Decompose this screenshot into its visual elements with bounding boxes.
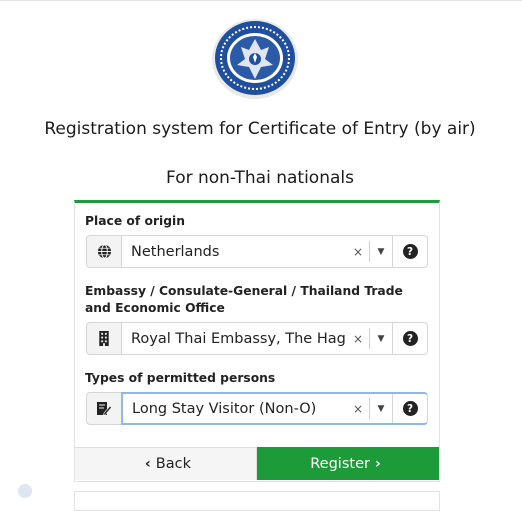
chevron-right-icon: › xyxy=(374,455,381,472)
back-button[interactable]: ‹ Back xyxy=(75,447,257,480)
embassy-value: Royal Thai Embassy, The Hague xyxy=(131,330,347,347)
permitted-type-value: Long Stay Visitor (Non-O) xyxy=(132,400,317,417)
question-circle-icon: ? xyxy=(402,331,418,346)
place-of-origin-value: Netherlands xyxy=(131,243,220,260)
embassy-row: Royal Thai Embassy, The Hague × ▼ ? xyxy=(86,322,428,355)
top-border xyxy=(0,0,522,1)
building-icon xyxy=(86,322,121,355)
chevron-down-icon[interactable]: ▼ xyxy=(370,334,392,344)
help-button[interactable]: ? xyxy=(392,394,427,423)
page-subtitle: For non-Thai nationals xyxy=(166,168,354,188)
question-circle-icon: ? xyxy=(402,244,418,259)
permitted-type-select[interactable]: Long Stay Visitor (Non-O) × ▼ ? xyxy=(121,392,428,425)
ministry-emblem-logo xyxy=(211,17,299,99)
question-circle-icon: ? xyxy=(402,401,418,416)
chevron-down-icon[interactable]: ▼ xyxy=(370,247,392,257)
place-of-origin-select[interactable]: Netherlands × ▼ ? xyxy=(121,235,428,268)
place-of-origin-label: Place of origin xyxy=(85,214,186,228)
embassy-label: Embassy / Consulate-General / Thailand T… xyxy=(85,284,403,315)
clear-icon[interactable]: × xyxy=(347,332,369,346)
clear-icon[interactable]: × xyxy=(347,402,369,416)
page-title: Registration system for Certificate of E… xyxy=(44,119,476,139)
register-button[interactable]: Register › xyxy=(257,447,439,480)
secondary-card xyxy=(74,491,440,511)
back-button-label: Back xyxy=(155,456,191,472)
place-of-origin-row: Netherlands × ▼ ? xyxy=(86,235,428,268)
help-button[interactable]: ? xyxy=(392,323,427,354)
help-button[interactable]: ? xyxy=(392,236,427,267)
embassy-select[interactable]: Royal Thai Embassy, The Hague × ▼ ? xyxy=(121,322,428,355)
globe-icon xyxy=(86,235,121,268)
registration-form-card: Place of origin Netherlands × ▼ ? Embass… xyxy=(74,200,440,482)
permitted-type-label: Types of permitted persons xyxy=(85,371,276,385)
permitted-type-row: Long Stay Visitor (Non-O) × ▼ ? xyxy=(86,392,428,425)
edit-document-icon xyxy=(86,392,121,425)
clear-icon[interactable]: × xyxy=(347,245,369,259)
chevron-down-icon[interactable]: ▼ xyxy=(370,404,392,414)
chevron-left-icon: ‹ xyxy=(145,456,151,472)
register-button-label: Register xyxy=(310,455,370,472)
background-watermark xyxy=(18,484,32,498)
